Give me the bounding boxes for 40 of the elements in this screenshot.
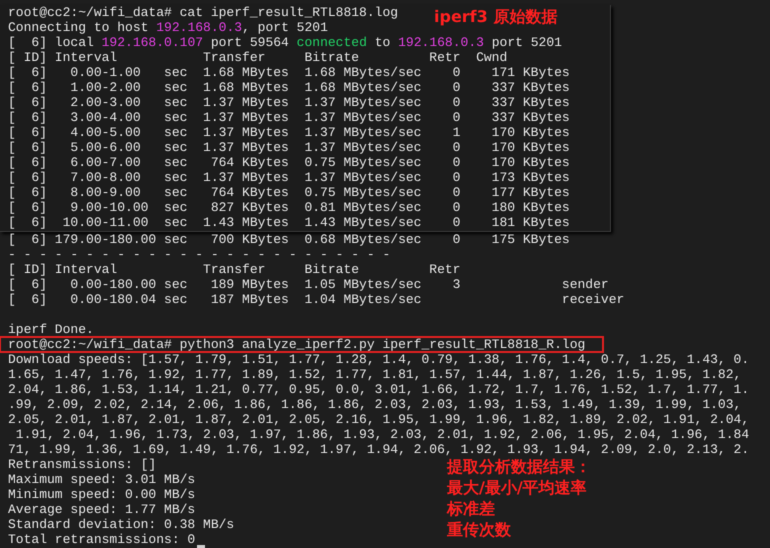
terminal-line: [ 6] 3.00-4.00 sec 1.37 MBytes 1.37 MBytes/sec 0 337 KBytes — [7, 110, 570, 125]
terminal-line: [ 6] 9.00-10.00 sec 827 KBytes 0.81 MBytes/sec 0 180 KBytes — [7, 200, 570, 215]
terminal-line: [ ID] Interval Transfer Bitrate Retr — [7, 262, 460, 277]
highlighted-command-line: root@cc2:~/wifi_data# python3 analyze_iperf2.py iperf_result_RTL8818_R.log — [0, 337, 604, 352]
terminal-line: [ 6] 5.00-6.00 sec 1.37 MBytes 1.37 MBytes/sec 0 170 KBytes — [7, 140, 570, 155]
terminal-line: [ 6] 7.00-8.00 sec 1.37 MBytes 1.37 MBytes/sec 0 173 KBytes — [7, 170, 570, 185]
terminal-line: .99, 2.09, 2.02, 2.14, 2.06, 1.86, 1.86, 1.86, 2.03, 2.03, 1.93, 1.53, 1.49, 1.39, 1.99, 1.03, — [7, 397, 742, 412]
terminal-line: [ 6] 8.00-9.00 sec 764 KBytes 0.75 MBytes/sec 0 177 KBytes — [7, 185, 570, 200]
annotation-label: iperf3 原始数据 — [434, 7, 558, 28]
annotation-label: 提取分析数据结果： — [447, 457, 591, 476]
terminal-line: 1.91, 2.04, 1.96, 1.73, 2.03, 1.97, 1.86, 1.93, 2.03, 2.01, 1.92, 2.06, 1.95, 2.04, 1.96, 1.84 — [14, 427, 750, 442]
terminal-line: [ 6] 2.00-3.00 sec 1.37 MBytes 1.37 MBytes/sec 0 337 KBytes — [7, 95, 570, 110]
terminal-line: 1.65, 1.47, 1.76, 1.92, 1.77, 1.89, 1.52, 1.77, 1.81, 1.57, 1.44, 1.87, 1.26, 1.5, 1.95, 1.82, — [7, 367, 742, 382]
terminal-line: Minimum speed: 0.00 MB/s — [7, 487, 196, 502]
terminal-line: Maximum speed: 3.01 MB/s — [7, 472, 196, 487]
terminal-line: - - - - - - - - - - - - - - - - - - - - - - - - - — [7, 247, 390, 262]
annotation-label: 标准差 — [447, 499, 496, 518]
terminal-line: [ 6] 179.00-180.00 sec 700 KBytes 0.68 MBytes/sec 0 175 KBytes — [7, 232, 570, 247]
terminal-line: [ 6] 0.00-1.00 sec 1.68 MBytes 1.68 MBytes/sec 0 171 KBytes — [7, 65, 570, 80]
terminal-line: [ 6] 6.00-7.00 sec 764 KBytes 0.75 MBytes/sec 0 170 KBytes — [7, 155, 570, 170]
annotation-label: 最大/最小/平均速率 — [447, 478, 588, 497]
terminal-line: Connecting to host 192.168.0.3, port 5201 — [7, 20, 328, 35]
terminal-line: root@cc2:~/wifi_data# cat iperf_result_RTL8818.log — [7, 5, 398, 20]
terminal-line: 2.04, 1.86, 1.53, 1.14, 1.21, 0.77, 0.95, 0.0, 3.01, 1.66, 1.72, 1.7, 1.76, 1.52, 1.7, 1.77, 1. — [7, 382, 750, 397]
terminal-line: [ 6] 0.00-180.04 sec 187 MBytes 1.04 MBytes/sec receiver — [7, 292, 624, 307]
terminal-line: 2.05, 2.01, 1.87, 2.01, 1.87, 2.01, 2.05, 2.16, 1.95, 1.99, 1.96, 1.82, 1.89, 2.02, 1.91, 2.04, — [7, 412, 750, 427]
terminal-line: Retransmissions: [] — [7, 457, 156, 472]
annotation-label: 重传次数 — [447, 520, 512, 539]
terminal-line: Average speed: 1.77 MB/s — [7, 502, 196, 517]
terminal-line: [ 6] local 192.168.0.107 port 59564 connected to 192.168.0.3 port 5201 — [7, 35, 562, 50]
terminal-line: [ 6] 4.00-5.00 sec 1.37 MBytes 1.37 MBytes/sec 1 170 KBytes — [7, 125, 570, 140]
terminal-line: Standard deviation: 0.38 MB/s — [7, 517, 234, 532]
terminal-line: Total retransmissions: 0 — [0, 532, 206, 547]
terminal-line: [ 6] 0.00-180.00 sec 189 MBytes 1.05 MBytes/sec 3 sender — [7, 277, 609, 292]
terminal-line: 71, 1.99, 1.36, 1.69, 1.49, 1.76, 1.92, 1.97, 1.94, 2.06, 1.92, 1.93, 1.94, 2.09, 2.0, 2.13, 2. — [7, 442, 750, 457]
terminal-line: [ 6] 1.00-2.00 sec 1.68 MBytes 1.68 MBytes/sec 0 337 KBytes — [7, 80, 570, 95]
terminal-line: [ 6] 10.00-11.00 sec 1.43 MBytes 1.43 MBytes/sec 0 181 KBytes — [7, 215, 570, 230]
terminal-line: Download speeds: [1.57, 1.79, 1.51, 1.77, 1.28, 1.4, 0.79, 1.38, 1.76, 1.4, 0.7, 1.25, 1.43, 0. — [7, 352, 750, 367]
terminal-line: [ ID] Interval Transfer Bitrate Retr Cwnd — [7, 50, 508, 65]
terminal-line: iperf Done. — [7, 322, 94, 337]
